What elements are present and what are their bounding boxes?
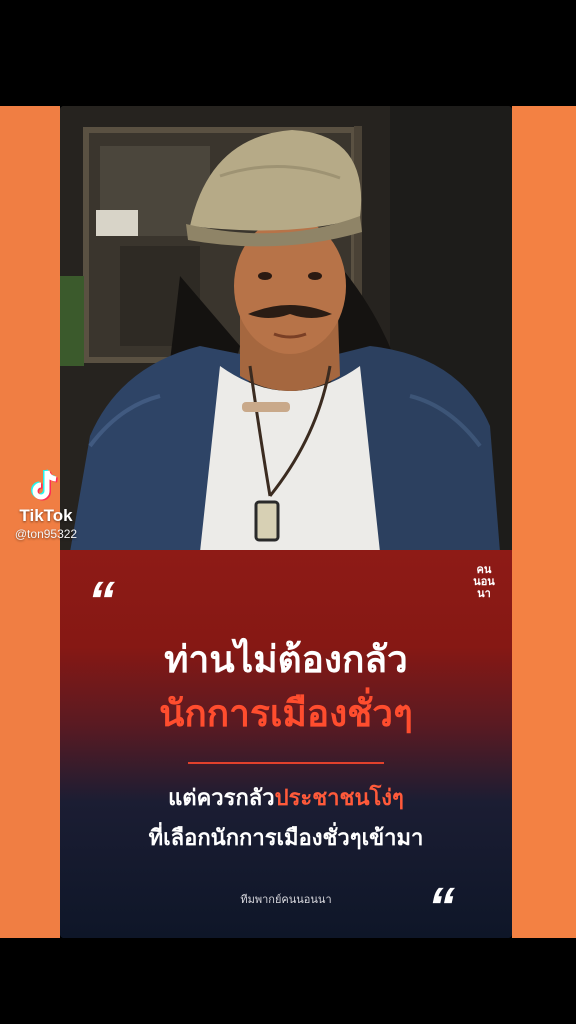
quote-open-icon: “: [81, 571, 118, 631]
brand-badge-line-2: นอน: [473, 576, 495, 588]
frame-right-orange: [512, 106, 576, 938]
tiktok-watermark: TikTok @ton95322: [4, 468, 88, 542]
portrait-photo: [60, 106, 512, 552]
headline-line-1: ท่านไม่ต้องกลัว: [164, 638, 408, 681]
subheadline-line-1: แต่ควรกลัวประชาชนโง่ๆ: [60, 782, 512, 816]
portrait-illustration: [60, 106, 512, 552]
headline-divider: [188, 762, 384, 764]
subheadline-highlight: ประชาชนโง่ๆ: [274, 786, 404, 811]
tiktok-app-name: TikTok: [19, 506, 73, 525]
tiktok-username: @ton95322: [14, 527, 78, 541]
brand-badge-line-3: นา: [477, 588, 491, 600]
post-card: คน นอน นา “ ท่านไม่ต้องกลัว นักการเมืองช…: [60, 106, 512, 938]
brand-badge: คน นอน นา: [464, 564, 504, 600]
bottom-letterbox: [0, 938, 576, 1024]
tiktok-logo-icon: [31, 468, 61, 504]
subheadline-prefix: แต่ควรกลัว: [168, 786, 275, 811]
subheadline-line-2: ที่เลือกนักการเมืองชั่วๆเข้ามา: [148, 826, 424, 851]
quote-panel: คน นอน นา “ ท่านไม่ต้องกลัว นักการเมืองช…: [60, 550, 512, 938]
brand-badge-line-1: คน: [476, 564, 492, 576]
top-letterbox: [0, 0, 576, 106]
headline-line-2: นักการเมืองชั่วๆ: [159, 692, 413, 735]
